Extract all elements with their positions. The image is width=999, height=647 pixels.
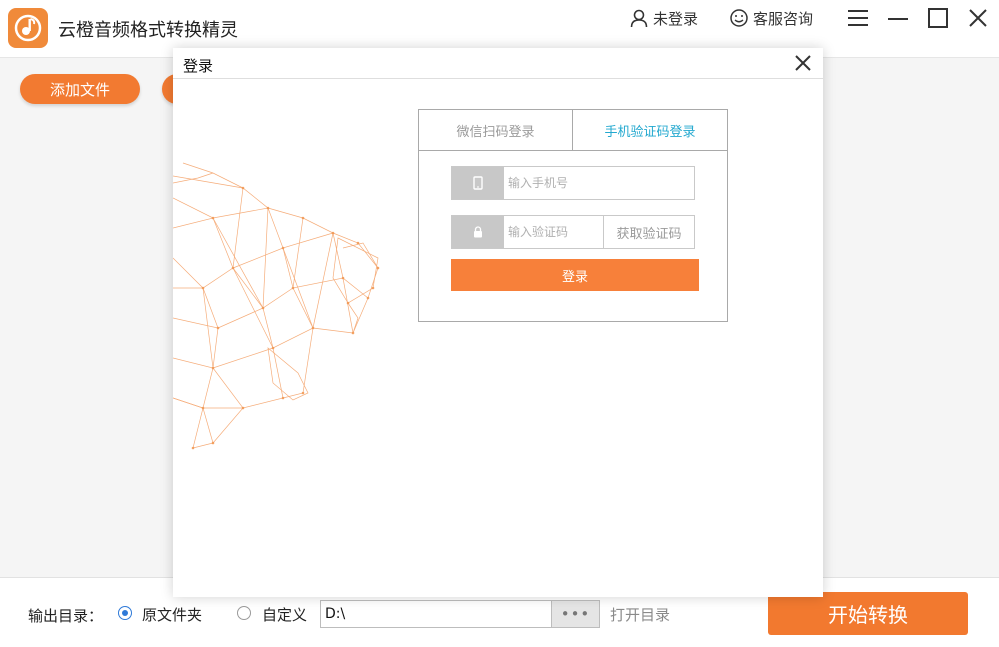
phone-input[interactable] [504, 167, 692, 199]
minimize-icon [888, 18, 908, 20]
get-code-button[interactable]: 获取验证码 [603, 216, 694, 248]
verification-code-input[interactable] [504, 216, 600, 248]
open-directory-link[interactable]: 打开目录 [610, 604, 670, 625]
login-dialog: 登录 微信扫码登录 手机验证码登录 输入手机号 输入验证码 获取验证码 登录 [173, 48, 823, 597]
decorative-network-figure [173, 162, 380, 450]
customer-support-link[interactable]: 客服咨询 [729, 7, 813, 29]
maximize-button[interactable] [925, 5, 951, 31]
smiley-icon [730, 9, 748, 27]
login-status-link[interactable]: 未登录 [629, 7, 698, 29]
login-status-label: 未登录 [653, 9, 699, 28]
customer-support-label: 客服咨询 [753, 9, 814, 28]
app-window: 云橙音频格式转换精灵 未登录 客服咨询 添加文件 输出目录： 原文件夹 自定义 … [0, 0, 999, 647]
tab-wechat-login[interactable]: 微信扫码登录 [419, 110, 573, 150]
login-form-box: 微信扫码登录 手机验证码登录 输入手机号 输入验证码 获取验证码 登录 [418, 109, 728, 322]
radio-custom-folder-label[interactable]: 自定义 [262, 604, 307, 625]
app-logo-icon [8, 8, 48, 48]
output-directory-label: 输出目录： [28, 607, 104, 625]
user-icon [630, 9, 648, 28]
phone-icon [452, 167, 504, 199]
app-title: 云橙音频格式转换精灵 [58, 20, 238, 41]
code-field: 获取验证码 [451, 215, 695, 249]
radio-custom-folder[interactable] [237, 606, 251, 620]
radio-original-folder-label[interactable]: 原文件夹 [142, 604, 202, 625]
hamburger-menu-icon [848, 10, 868, 26]
maximize-icon [928, 8, 948, 28]
login-dialog-header: 登录 [173, 48, 823, 79]
minimize-button[interactable] [885, 5, 911, 31]
output-path-input[interactable] [320, 600, 552, 628]
radio-original-folder[interactable] [118, 606, 132, 620]
login-tabs: 微信扫码登录 手机验证码登录 [419, 110, 727, 151]
phone-field [451, 166, 695, 200]
add-file-button[interactable]: 添加文件 [20, 74, 140, 104]
close-icon[interactable] [793, 53, 813, 73]
start-convert-button[interactable]: 开始转换 [768, 592, 968, 635]
login-submit-button[interactable]: 登录 [451, 259, 699, 291]
tab-phone-login[interactable]: 手机验证码登录 [573, 110, 727, 150]
lock-icon [452, 216, 504, 248]
close-icon [969, 9, 987, 27]
close-window-button[interactable] [965, 5, 991, 31]
login-dialog-title: 登录 [183, 57, 214, 75]
menu-button[interactable] [845, 5, 871, 31]
browse-button[interactable]: ••• [551, 600, 600, 628]
